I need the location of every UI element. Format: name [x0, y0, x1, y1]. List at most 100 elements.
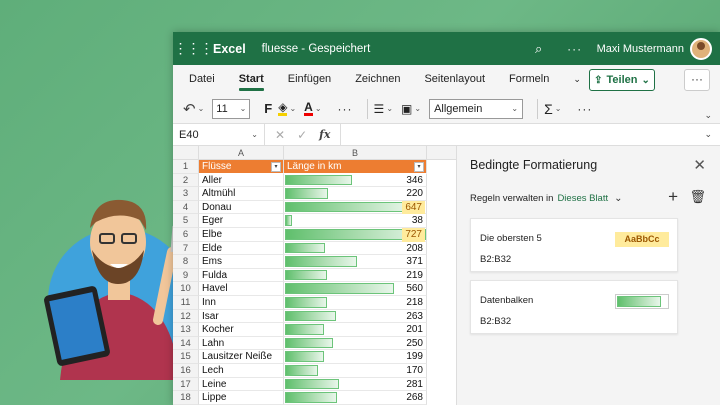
expand-ribbon-icon[interactable]: ⌄ — [704, 110, 712, 121]
cell-length[interactable]: 560 — [284, 282, 427, 296]
cell-river-name[interactable]: Lippe — [199, 391, 284, 405]
cell-length[interactable]: 727 — [284, 227, 427, 242]
cell-length-value: 208 — [406, 242, 423, 254]
cell-river-name[interactable]: Eger — [199, 214, 284, 228]
databar — [285, 201, 410, 213]
cell-length[interactable]: 38 — [284, 214, 427, 228]
cell-length[interactable]: 201 — [284, 323, 427, 337]
cell-length[interactable]: 371 — [284, 255, 427, 269]
column-header-b[interactable]: B — [284, 146, 427, 159]
more-ribbon-options[interactable]: ··· — [577, 102, 592, 116]
font-size-select[interactable]: 11 ⌄ — [212, 98, 251, 119]
cell-river-name[interactable]: Havel — [199, 282, 284, 296]
tab-zeichnen[interactable]: Zeichnen — [343, 65, 412, 94]
app-launcher-icon[interactable]: ⋮⋮⋮ — [173, 40, 214, 57]
cell-river-name[interactable]: Donau — [199, 200, 284, 215]
cell-length[interactable]: 170 — [284, 363, 427, 378]
row-number[interactable]: 9 — [173, 268, 199, 283]
cell-length[interactable]: 346 — [284, 173, 427, 188]
trash-icon[interactable]: 🗑 — [689, 189, 706, 205]
more-options-icon[interactable]: ··· — [557, 42, 593, 56]
cell-river-name[interactable]: Lahn — [199, 336, 284, 351]
cancel-icon[interactable]: ✕ — [275, 128, 285, 142]
chevron-down-icon[interactable]: ⌄ — [614, 193, 622, 204]
column-header-a[interactable]: A — [199, 146, 284, 159]
tab-start[interactable]: Start — [227, 65, 276, 94]
sheet-grid[interactable]: A B 1 Flüsse ▾ Länge in km ▾ 2 Aller 346 3 A… — [173, 146, 456, 405]
cell-river-name[interactable]: Fulda — [199, 268, 284, 283]
row-number[interactable]: 13 — [173, 323, 199, 337]
cell-length[interactable]: 199 — [284, 350, 427, 364]
cell-length[interactable]: 250 — [284, 336, 427, 351]
cell-river-name[interactable]: Elbe — [199, 227, 284, 242]
row-number[interactable]: 17 — [173, 377, 199, 392]
select-all-corner[interactable] — [173, 146, 199, 159]
row-number[interactable]: 15 — [173, 350, 199, 364]
add-rule-icon[interactable]: + — [668, 187, 678, 207]
row-number[interactable]: 14 — [173, 336, 199, 351]
formula-input[interactable] — [340, 123, 720, 146]
tab-einfuegen[interactable]: Einfügen — [276, 65, 343, 94]
expand-formula-bar-icon[interactable]: ⌄ — [704, 129, 712, 140]
cell-length[interactable]: 268 — [284, 391, 427, 405]
row-number[interactable]: 8 — [173, 255, 199, 269]
undo-button[interactable]: ↶ ⌄ — [183, 100, 204, 118]
cell-river-name[interactable]: Kocher — [199, 323, 284, 337]
cell-river-name[interactable]: Lausitzer Neiße — [199, 350, 284, 364]
font-color-button[interactable]: A ⌄ — [304, 101, 322, 116]
cell-length[interactable]: 647 — [284, 200, 427, 215]
align-button[interactable]: ☰ ⌄ — [374, 102, 393, 116]
autosum-button[interactable]: Σ ⌄ — [544, 101, 561, 117]
cell-river-name[interactable]: Lech — [199, 363, 284, 378]
cell-river-name[interactable]: Inn — [199, 295, 284, 310]
close-icon[interactable]: ✕ — [693, 156, 706, 174]
bold-button[interactable]: F — [264, 101, 272, 116]
row-number[interactable]: 10 — [173, 282, 199, 296]
cell-river-name[interactable]: Isar — [199, 309, 284, 324]
rules-scope-select[interactable]: Dieses Blatt — [557, 193, 608, 204]
row-number[interactable]: 3 — [173, 187, 199, 201]
more-button[interactable]: ··· — [684, 69, 710, 91]
document-name[interactable]: fluesse - Gespeichert — [262, 43, 371, 55]
cell-length[interactable]: 220 — [284, 187, 427, 201]
cell-river-name[interactable]: Leine — [199, 377, 284, 392]
cell-length[interactable]: 208 — [284, 241, 427, 256]
fill-color-button[interactable]: ◈ ⌄ — [278, 101, 296, 116]
row-number[interactable]: 6 — [173, 227, 199, 242]
tab-datei[interactable]: Datei — [173, 65, 227, 94]
cell-length[interactable]: 219 — [284, 268, 427, 283]
rule-card-databar[interactable]: Datenbalken B2:B32 — [470, 280, 678, 334]
confirm-icon[interactable]: ✓ — [297, 128, 307, 142]
row-number[interactable]: 4 — [173, 200, 199, 215]
name-box[interactable]: E40 ⌄ — [173, 123, 265, 146]
row-number[interactable]: 12 — [173, 309, 199, 324]
cell-river-name[interactable]: Altmühl — [199, 187, 284, 201]
row-number[interactable]: 11 — [173, 295, 199, 310]
rule-card-top5[interactable]: Die obersten 5 AaBbCc B2:B32 — [470, 218, 678, 272]
cell-length[interactable]: 263 — [284, 309, 427, 324]
header-cell-length[interactable]: Länge in km ▾ — [284, 160, 427, 174]
search-icon[interactable]: ⌕ — [521, 41, 557, 57]
header-cell-rivers[interactable]: Flüsse ▾ — [199, 160, 284, 174]
cell-length[interactable]: 281 — [284, 377, 427, 392]
avatar[interactable] — [690, 37, 712, 60]
cell-river-name[interactable]: Aller — [199, 173, 284, 188]
row-number[interactable]: 1 — [173, 160, 199, 174]
row-number[interactable]: 16 — [173, 363, 199, 378]
share-button[interactable]: ⇪ Teilen ⌄ — [589, 69, 655, 91]
tab-seitenlayout[interactable]: Seitenlayout — [412, 65, 497, 94]
number-format-select[interactable]: Allgemein ⌄ — [429, 98, 524, 119]
wrap-button[interactable]: ▣ ⌄ — [401, 102, 421, 116]
cell-river-name[interactable]: Ems — [199, 255, 284, 269]
filter-dropdown-icon[interactable]: ▾ — [271, 162, 281, 172]
row-number[interactable]: 5 — [173, 214, 199, 228]
row-number[interactable]: 2 — [173, 173, 199, 188]
insert-function-button[interactable]: fx — [319, 128, 330, 142]
row-number[interactable]: 7 — [173, 241, 199, 256]
more-font-options[interactable]: ··· — [338, 102, 353, 116]
row-number[interactable]: 18 — [173, 391, 199, 405]
filter-dropdown-icon[interactable]: ▾ — [414, 162, 424, 172]
cell-length[interactable]: 218 — [284, 295, 427, 310]
tab-formeln[interactable]: Formeln — [497, 65, 561, 94]
cell-river-name[interactable]: Elde — [199, 241, 284, 256]
